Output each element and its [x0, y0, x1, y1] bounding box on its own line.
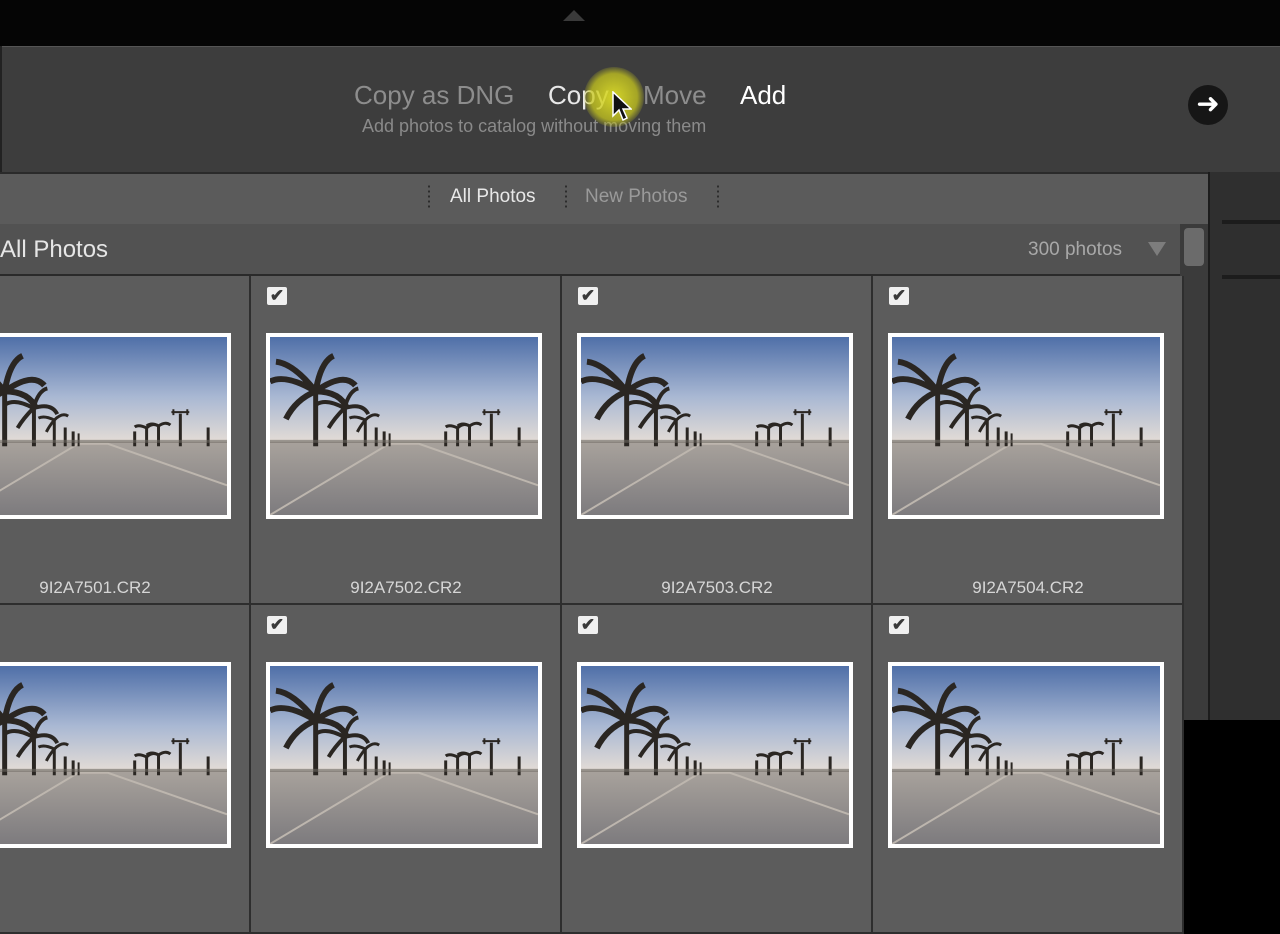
checkbox-icon[interactable]: ✔	[578, 287, 598, 305]
photo-filename: 9I2A7503.CR2	[661, 578, 773, 597]
divider	[428, 184, 430, 210]
panel-divider	[1222, 220, 1280, 224]
right-panel	[1208, 172, 1280, 720]
photo-cell[interactable]: 9I2A7501.CR2	[0, 276, 251, 605]
checkbox-icon[interactable]: ✔	[578, 616, 598, 634]
tab-all-photos[interactable]: All Photos	[450, 186, 536, 208]
checkbox-icon[interactable]: ✔	[267, 616, 287, 634]
photo-thumbnail[interactable]	[577, 333, 853, 519]
checkbox-icon[interactable]: ✔	[889, 616, 909, 634]
photo-thumbnail[interactable]	[266, 662, 542, 848]
checkbox-icon[interactable]: ✔	[267, 287, 287, 305]
mode-description: Add photos to catalog without moving the…	[362, 116, 707, 136]
divider	[565, 184, 567, 210]
mode-copy-as-dng[interactable]: Copy as DNG	[354, 80, 514, 111]
photo-grid: 9I2A7501.CR2 ✔ 9I2A7502.CR2 ✔ 9I2A7503.CR2 ✔ 9…	[0, 276, 1184, 934]
arrow-right-icon[interactable]: ➜	[1188, 85, 1228, 125]
photo-filename: 9I2A7502.CR2	[350, 578, 462, 597]
collapse-top-panel-icon[interactable]	[563, 10, 585, 21]
photo-thumbnail[interactable]	[888, 662, 1164, 848]
photo-filename: 9I2A7504.CR2	[972, 578, 1084, 597]
checkbox-icon[interactable]: ✔	[889, 287, 909, 305]
photo-thumbnail[interactable]	[888, 333, 1164, 519]
mode-add[interactable]: Add	[740, 80, 786, 111]
photo-thumbnail[interactable]	[0, 662, 231, 848]
tab-new-photos[interactable]: New Photos	[585, 186, 687, 208]
section-header: All Photos 300 photos	[0, 224, 1180, 276]
scrollbar-thumb[interactable]	[1184, 228, 1204, 266]
photo-cell[interactable]: ✔ 9I2A7504.CR2	[873, 276, 1184, 605]
triangle-down-icon[interactable]	[1148, 242, 1166, 256]
divider	[717, 184, 719, 210]
photo-thumbnail[interactable]	[577, 662, 853, 848]
mouse-pointer-icon	[612, 91, 632, 122]
photo-cell[interactable]: ✔	[873, 605, 1184, 934]
photo-filename: 9I2A7501.CR2	[39, 578, 151, 597]
header-left-edge	[0, 46, 2, 172]
section-title: All Photos	[0, 236, 109, 263]
photo-cell[interactable]: ✔ 9I2A7502.CR2	[251, 276, 562, 605]
photo-cell[interactable]: ✔	[251, 605, 562, 934]
photo-cell[interactable]: ✔	[562, 605, 873, 934]
mode-move[interactable]: Move	[643, 80, 707, 111]
photo-thumbnail[interactable]	[0, 333, 231, 519]
top-bar	[0, 0, 1280, 46]
photo-cell[interactable]	[0, 605, 251, 934]
photo-thumbnail[interactable]	[266, 333, 542, 519]
panel-divider	[1222, 275, 1280, 279]
photo-cell[interactable]: ✔ 9I2A7503.CR2	[562, 276, 873, 605]
photo-count: 300 photos	[1028, 239, 1123, 260]
grid-scrollbar[interactable]	[1180, 224, 1208, 720]
